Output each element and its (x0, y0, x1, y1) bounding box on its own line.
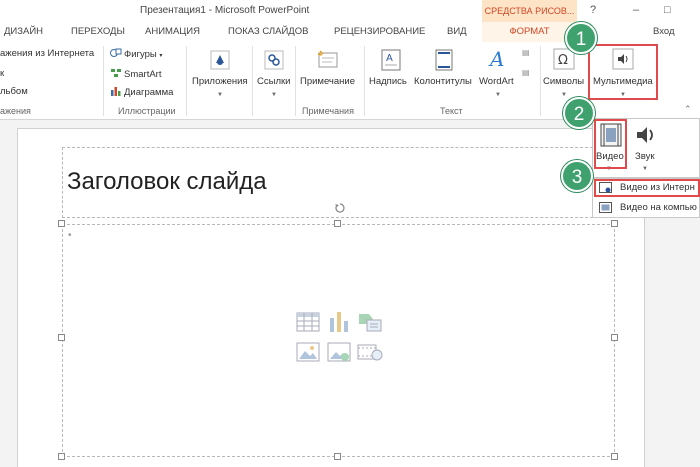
separator (364, 46, 365, 116)
login-link[interactable]: Вход (653, 26, 675, 37)
step-badge-3: 3 (561, 160, 593, 192)
apps-icon (210, 50, 230, 70)
textbox-button[interactable]: Надпись (369, 76, 407, 87)
smartart-label: SmartArt (124, 69, 162, 80)
text-small-buttons: ▤ (522, 68, 530, 77)
links-icon (264, 50, 284, 70)
separator (540, 46, 541, 116)
links-caret: ▼ (271, 92, 277, 98)
symbols-button[interactable]: Символы (543, 76, 584, 87)
comment-button[interactable]: Примечание (300, 76, 355, 87)
insert-video-icon[interactable] (357, 342, 383, 362)
audio-button[interactable]: Звук (635, 151, 654, 162)
comment-icon (317, 50, 338, 68)
resize-handle[interactable] (611, 453, 618, 460)
resize-handle[interactable] (611, 334, 618, 341)
restore-button[interactable]: □ (664, 4, 671, 16)
highlight-multimedia (588, 44, 658, 100)
header-footer-button[interactable]: Колонтитулы (414, 76, 472, 87)
tab-design[interactable]: ДИЗАЙН (4, 26, 43, 37)
video-on-pc-icon (599, 202, 612, 213)
apps-caret: ▼ (217, 92, 223, 98)
shapes-icon (110, 48, 122, 57)
resize-handle[interactable] (58, 334, 65, 341)
collapse-ribbon-icon[interactable]: ⌃ (684, 104, 692, 115)
title-bar: Презентация1 - Microsoft PowerPoint СРЕД… (0, 0, 700, 22)
insert-online-picture-icon[interactable] (327, 342, 351, 362)
resize-handle[interactable] (58, 220, 65, 227)
window-title: Презентация1 - Microsoft PowerPoint (140, 5, 310, 16)
audio-caret: ▼ (642, 166, 648, 172)
symbols-caret: ▼ (561, 92, 567, 98)
audio-icon (637, 127, 653, 143)
svg-text:A: A (386, 53, 393, 64)
resize-handle[interactable] (611, 220, 618, 227)
wordart-icon: A (488, 47, 504, 71)
insert-chart-icon[interactable] (327, 310, 351, 332)
tab-slideshow[interactable]: ПОКАЗ СЛАЙДОВ (228, 26, 308, 37)
insert-table-icon[interactable] (296, 312, 320, 332)
tab-format[interactable]: ФОРМАТ (482, 22, 577, 42)
online-images-label: ажения из Интернета (0, 48, 95, 59)
illustrations-group-label: Иллюстрации (118, 106, 176, 116)
svg-text:A: A (488, 47, 504, 71)
shapes-button[interactable]: Фигуры ▾ (110, 48, 162, 60)
highlight-online-video (594, 179, 700, 197)
text-small-buttons: ▤ (522, 48, 530, 57)
resize-handle[interactable] (58, 453, 65, 460)
chart-button[interactable]: Диаграмма (110, 86, 173, 98)
resize-handle[interactable] (334, 220, 341, 227)
resize-handle[interactable] (334, 453, 341, 460)
tab-animation[interactable]: АНИМАЦИЯ (145, 26, 200, 37)
rotate-handle-icon[interactable] (334, 202, 346, 214)
text-group-label: Текст (440, 106, 463, 116)
separator (252, 46, 253, 116)
insert-smartart-icon[interactable] (357, 311, 383, 333)
shapes-label: Фигуры (124, 49, 157, 60)
insert-picture-icon[interactable] (296, 342, 320, 362)
separator (186, 46, 187, 116)
chart-icon (111, 87, 121, 96)
images-group-label: ажения (0, 106, 31, 116)
help-button[interactable]: ? (590, 4, 596, 16)
screenshot-button[interactable]: к (0, 68, 4, 79)
drawing-tools-header: СРЕДСТВА РИСОВ... (482, 0, 577, 22)
online-images-button[interactable]: ажения из Интернета (0, 48, 94, 59)
video-on-pc-item[interactable]: Видео на компью (620, 202, 697, 213)
smartart-button[interactable]: SmartArt (110, 68, 161, 80)
tab-view[interactable]: ВИД (447, 26, 467, 37)
tab-transitions[interactable]: ПЕРЕХОДЫ (71, 26, 125, 37)
step-badge-1: 1 (565, 22, 597, 54)
apps-button[interactable]: Приложения (192, 76, 248, 87)
tab-review[interactable]: РЕЦЕНЗИРОВАНИЕ (334, 26, 425, 37)
links-button[interactable]: Ссылки (257, 76, 290, 87)
header-footer-icon (435, 49, 453, 71)
wordart-button[interactable]: WordArt (479, 76, 514, 87)
chart-label: Диаграмма (124, 87, 174, 98)
photo-album-button[interactable]: льбом (0, 86, 28, 97)
slide-title[interactable]: Заголовок слайда (67, 168, 267, 196)
highlight-video (594, 119, 627, 169)
separator (103, 46, 104, 116)
content-placeholder[interactable] (62, 224, 615, 457)
separator (295, 46, 296, 116)
step-badge-2: 2 (563, 97, 595, 129)
smartart-icon (111, 69, 121, 77)
svg-text:Ω: Ω (558, 53, 568, 68)
textbox-icon: A (381, 49, 401, 71)
bullet-dot: • (68, 230, 72, 241)
comments-group-label: Примечания (302, 106, 354, 116)
wordart-caret: ▼ (495, 92, 501, 98)
minimize-button[interactable]: – (633, 4, 639, 16)
